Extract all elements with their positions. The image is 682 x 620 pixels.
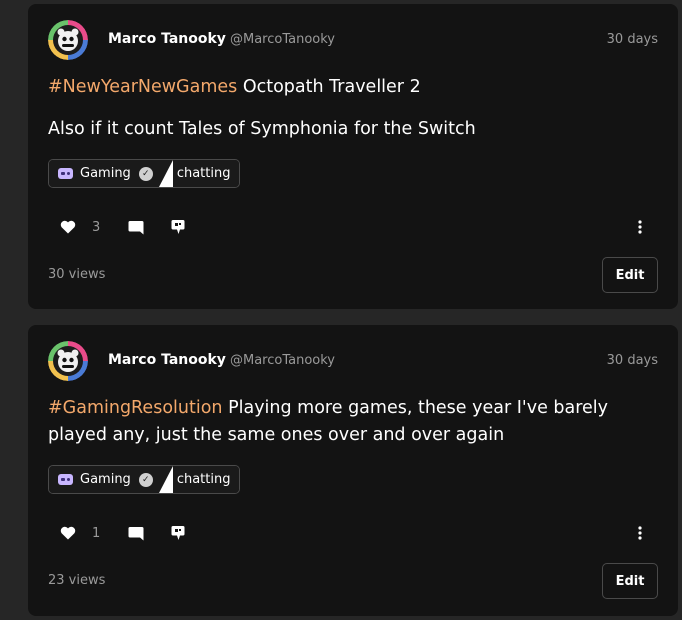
avatar[interactable] xyxy=(48,341,88,381)
community-name: Gaming xyxy=(80,472,131,487)
verified-badge-icon: ✓ xyxy=(138,166,153,181)
hashtag-link[interactable]: #NewYearNewGames xyxy=(48,77,237,97)
post-text-content: Octopath Traveller 2 xyxy=(237,77,421,97)
post-text: #GamingResolution Playing more games, th… xyxy=(48,395,658,449)
gamepad-icon xyxy=(58,474,73,485)
like-count: 1 xyxy=(92,525,101,541)
post-time: 30 days xyxy=(606,353,658,368)
avatar[interactable] xyxy=(48,20,88,60)
post-text-second: Also if it count Tales of Symphonia for … xyxy=(48,119,476,139)
edit-button[interactable]: Edit xyxy=(602,563,658,599)
community-tag[interactable]: Gaming ✓ chatting xyxy=(48,465,241,494)
author-handle: @MarcoTanooky xyxy=(230,353,336,368)
hashtag-link[interactable]: #GamingResolution xyxy=(48,398,223,418)
tag-divider xyxy=(158,466,173,493)
post-text: #NewYearNewGames Octopath Traveller 2 xyxy=(48,74,658,101)
post-card: Marco Tanooky @MarcoTanooky 30 days #Gam… xyxy=(28,325,678,616)
view-count: 23 views xyxy=(48,573,106,588)
heart-icon[interactable] xyxy=(58,217,78,237)
verified-badge-icon: ✓ xyxy=(138,472,153,487)
channel-name[interactable]: chatting xyxy=(172,466,240,493)
gamepad-icon xyxy=(58,168,73,179)
comment-icon[interactable] xyxy=(126,523,146,543)
tag-divider xyxy=(158,160,173,187)
community-tag[interactable]: Gaming ✓ chatting xyxy=(48,159,241,188)
author-name[interactable]: Marco Tanooky xyxy=(108,352,226,368)
author-name[interactable]: Marco Tanooky xyxy=(108,31,226,47)
post-card: Marco Tanooky @MarcoTanooky 30 days #New… xyxy=(28,4,678,309)
share-hand-icon[interactable] xyxy=(168,523,188,543)
kebab-menu-icon[interactable] xyxy=(630,523,650,543)
author-handle: @MarcoTanooky xyxy=(230,32,336,47)
community-link[interactable]: Gaming ✓ xyxy=(49,160,159,187)
post-actions: 1 xyxy=(58,523,188,543)
view-count: 30 views xyxy=(48,267,106,282)
comment-icon[interactable] xyxy=(126,217,146,237)
kebab-menu-icon[interactable] xyxy=(630,217,650,237)
community-link[interactable]: Gaming ✓ xyxy=(49,466,159,493)
community-name: Gaming xyxy=(80,166,131,181)
like-count: 3 xyxy=(92,219,101,235)
post-actions: 3 xyxy=(58,217,188,237)
heart-icon[interactable] xyxy=(58,523,78,543)
edit-button[interactable]: Edit xyxy=(602,257,658,293)
channel-name[interactable]: chatting xyxy=(172,160,240,187)
post-feed: Marco Tanooky @MarcoTanooky 30 days #New… xyxy=(0,0,682,620)
share-hand-icon[interactable] xyxy=(168,217,188,237)
post-time: 30 days xyxy=(606,32,658,47)
